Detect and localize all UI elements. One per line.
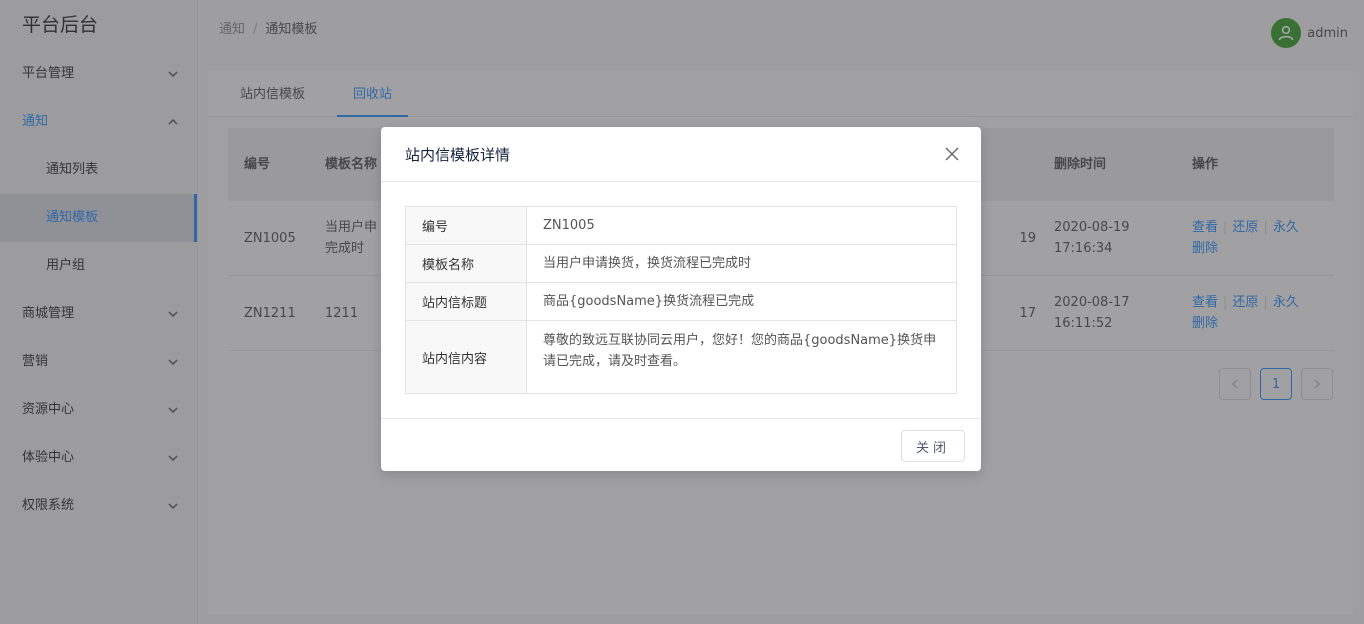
detail-label: 编号	[406, 207, 527, 244]
close-icon[interactable]	[943, 145, 961, 163]
detail-value: 当用户申请换货，换货流程已完成时	[543, 256, 752, 271]
detail-label: 站内信标题	[406, 283, 527, 320]
detail-row: 模板名称 当用户申请换货，换货流程已完成时	[406, 245, 956, 283]
detail-row: 站内信内容 尊敬的致远互联协同云用户，您好！您的商品{goodsName}换货申…	[406, 321, 956, 393]
modal-title: 站内信模板详情	[405, 145, 511, 164]
modal-footer: 关闭	[381, 418, 981, 471]
modal-body: 编号 ZN1005 模板名称 当用户申请换货，换货流程已完成时 站内信标题 商品…	[381, 182, 981, 394]
detail-label: 模板名称	[406, 245, 527, 282]
detail-value: 尊敬的致远互联协同云用户，您好！您的商品{goodsName}换货申请已完成，请…	[543, 333, 937, 369]
detail-value: ZN1005	[543, 218, 595, 233]
modal-header: 站内信模板详情	[381, 127, 981, 182]
detail-value: 商品{goodsName}换货流程已完成	[543, 294, 755, 309]
detail-label: 站内信内容	[406, 321, 527, 393]
detail-table: 编号 ZN1005 模板名称 当用户申请换货，换货流程已完成时 站内信标题 商品…	[405, 206, 957, 394]
detail-row: 站内信标题 商品{goodsName}换货流程已完成	[406, 283, 956, 321]
detail-modal: 站内信模板详情 编号 ZN1005 模板名称 当用户申请换货，换货流程已完成时 …	[381, 127, 981, 471]
close-button[interactable]: 关闭	[901, 430, 965, 462]
detail-row: 编号 ZN1005	[406, 207, 956, 245]
